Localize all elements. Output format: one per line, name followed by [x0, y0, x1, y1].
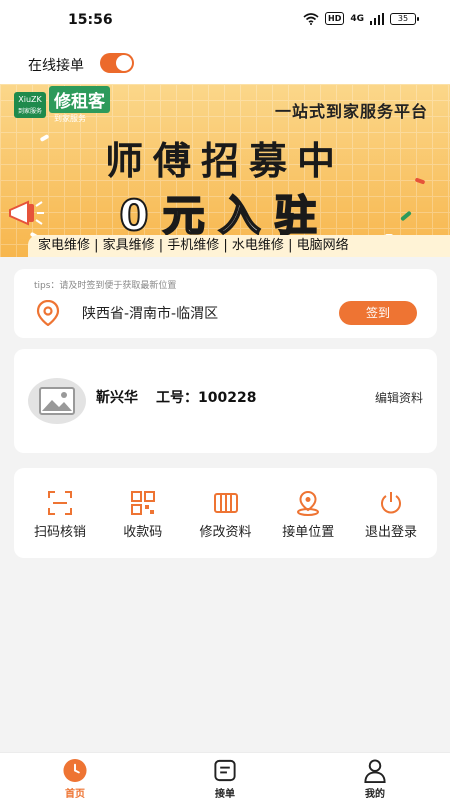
tab-home[interactable]: 首页	[0, 753, 150, 800]
tab-label: 首页	[65, 789, 85, 800]
bottom-tabbar: 首页 接单 我的	[0, 752, 450, 800]
signal-label: 4G	[350, 13, 364, 24]
action-edit-info[interactable]: 修改资料	[188, 468, 264, 558]
avatar[interactable]	[28, 378, 86, 424]
location-icon	[297, 490, 320, 516]
wifi-icon	[303, 12, 319, 25]
worker-id: 工号：100228	[156, 390, 257, 406]
online-toggle[interactable]	[100, 53, 134, 73]
banner-subline: 0元入驻	[118, 190, 331, 241]
scan-icon	[48, 491, 72, 515]
online-label: 在线接单	[28, 58, 84, 74]
location-tips: tips：请及时签到便于获取最新位置	[34, 281, 177, 291]
qrcode-icon	[130, 491, 155, 515]
status-bar: 15:56 HD 4G 35	[0, 0, 450, 44]
megaphone-icon	[9, 200, 44, 226]
edit-profile-link[interactable]: 编辑资料	[375, 389, 423, 406]
quick-actions-card: 扫码核销 收款码 修改资料 接单位置 退出登录	[14, 468, 437, 558]
tab-mine[interactable]: 我的	[300, 753, 450, 800]
status-icons: HD 4G 35	[303, 12, 419, 25]
edit-info-icon	[213, 493, 238, 513]
logo-badge: XiuZK 到家服务	[14, 92, 46, 118]
hd-badge: HD	[325, 12, 345, 25]
logo-badge-sub: 到家服务	[17, 108, 42, 115]
action-qrcode[interactable]: 收款码	[105, 468, 181, 558]
profile-card: 靳兴华 工号：100228 编辑资料	[14, 349, 437, 453]
banner-slogan: 一站式到家服务平台	[274, 102, 428, 121]
location-pin-icon	[36, 300, 60, 326]
image-placeholder-icon	[39, 387, 75, 415]
action-label: 退出登录	[364, 525, 417, 540]
worker-name: 靳兴华	[96, 390, 138, 406]
service-strip: 家电维修 | 家具维修 | 手机维修 | 水电维修 | 电脑网络	[28, 235, 450, 257]
logo-name-block: 修租客 到家服务	[46, 86, 110, 124]
action-label: 扫码核销	[33, 525, 86, 540]
location-card: tips：请及时签到便于获取最新位置 陕西省-渭南市-临渭区 签到	[14, 269, 437, 338]
battery-icon: 35	[390, 12, 419, 25]
action-location[interactable]: 接单位置	[270, 468, 346, 558]
toggle-knob	[116, 55, 132, 71]
signal-icon	[370, 12, 384, 25]
checkin-button[interactable]: 签到	[339, 301, 417, 325]
action-label: 接单位置	[282, 525, 335, 540]
logo-name: 修租客	[49, 86, 110, 113]
tab-label: 接单	[215, 789, 235, 800]
user-icon	[364, 759, 386, 783]
orders-icon	[214, 759, 236, 782]
action-label: 收款码	[123, 525, 163, 540]
banner-headline: 师傅招募中	[104, 139, 345, 183]
action-scan[interactable]: 扫码核销	[22, 468, 98, 558]
logo-tag: 到家服务	[54, 114, 86, 123]
tab-orders[interactable]: 接单	[150, 753, 300, 800]
location-address: 陕西省-渭南市-临渭区	[82, 306, 219, 322]
home-icon	[63, 758, 87, 783]
status-time: 15:56	[68, 12, 113, 28]
power-icon	[381, 492, 401, 514]
action-label: 修改资料	[199, 525, 252, 540]
online-row: 在线接单	[0, 44, 450, 84]
brand-logo: XiuZK 到家服务 修租客 到家服务	[14, 86, 110, 123]
tab-label: 我的	[365, 789, 385, 800]
logo-badge-text: XiuZK	[18, 95, 42, 104]
recruit-banner[interactable]: XiuZK 到家服务 修租客 到家服务 一站式到家服务平台 师傅招募中 0元入驻…	[0, 84, 450, 257]
action-logout[interactable]: 退出登录	[353, 468, 429, 558]
